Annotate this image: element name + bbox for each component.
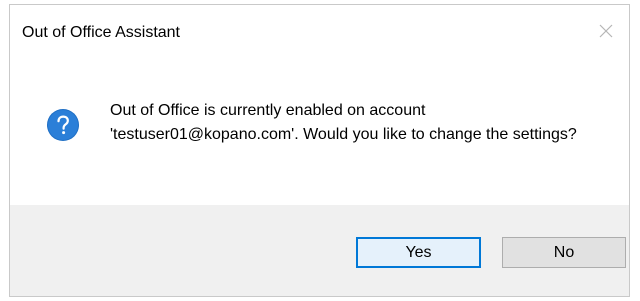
yes-button[interactable]: Yes bbox=[356, 237, 481, 268]
button-bar: Yes No bbox=[10, 205, 629, 296]
close-icon bbox=[599, 24, 613, 38]
dialog-title: Out of Office Assistant bbox=[22, 24, 180, 41]
dialog-message: Out of Office is currently enabled on ac… bbox=[110, 102, 577, 143]
question-icon bbox=[47, 109, 79, 141]
message-dialog: Out of Office Assistant Out of Office is… bbox=[9, 4, 630, 297]
dialog-content: Out of Office is currently enabled on ac… bbox=[10, 58, 629, 206]
no-button[interactable]: No bbox=[502, 237, 626, 268]
close-button[interactable] bbox=[591, 16, 621, 46]
title-bar: Out of Office Assistant bbox=[10, 5, 629, 58]
